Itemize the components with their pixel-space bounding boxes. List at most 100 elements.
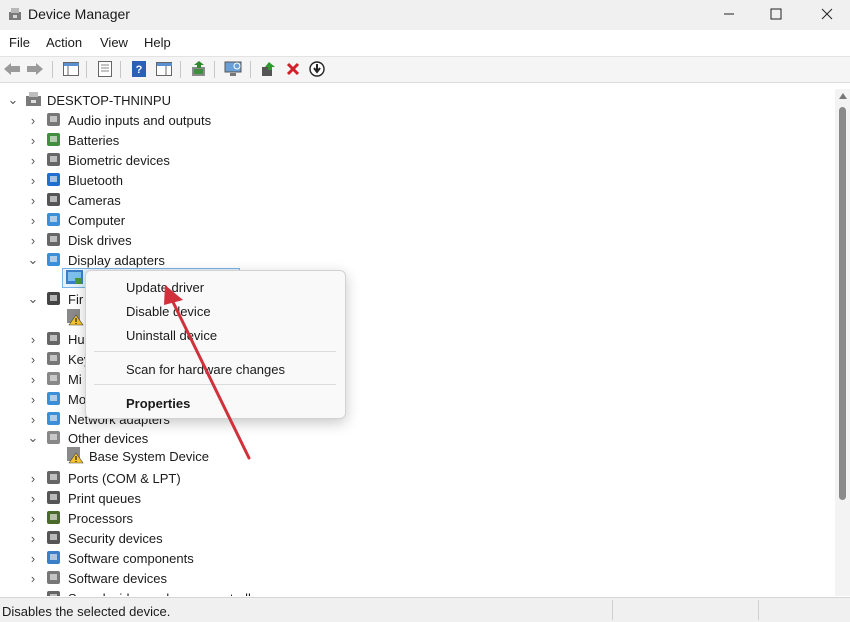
tree-category-label: Software components: [68, 551, 194, 566]
back-button[interactable]: [3, 60, 21, 78]
tree-root-label: DESKTOP-THNINPU: [47, 93, 171, 108]
tree-category-label: Hu: [68, 332, 85, 347]
tree-category-row[interactable]: › Software devices: [0, 568, 320, 588]
tree-category-label: Ports (COM & LPT): [68, 471, 181, 486]
scroll-up-icon[interactable]: [839, 93, 847, 99]
chevron-right-icon[interactable]: ›: [28, 332, 38, 347]
computer-icon: [26, 92, 41, 106]
update-driver-button[interactable]: [190, 60, 208, 78]
tree-category-row[interactable]: › Print queues: [0, 488, 320, 508]
chevron-right-icon[interactable]: ›: [28, 551, 38, 566]
help-icon: ?: [132, 61, 146, 77]
mouse-icon: [47, 372, 60, 385]
tree-category-label: Audio inputs and outputs: [68, 113, 212, 128]
chevron-right-icon[interactable]: ›: [28, 173, 38, 188]
scrollbar-thumb[interactable]: [839, 107, 846, 500]
enable-device-button[interactable]: [259, 60, 277, 78]
chevron-right-icon[interactable]: ›: [28, 392, 38, 407]
tree-category-label: Processors: [68, 511, 134, 526]
menu-disable-device[interactable]: Disable device: [126, 304, 211, 319]
close-button[interactable]: [804, 0, 850, 28]
chevron-right-icon[interactable]: ›: [28, 153, 38, 168]
toolbar-separator: [180, 61, 181, 78]
tree-root[interactable]: ⌄ DESKTOP-THNINPU: [0, 90, 300, 110]
tree-category-row[interactable]: › Software components: [0, 548, 320, 568]
chevron-right-icon[interactable]: ›: [28, 471, 38, 486]
close-icon: [821, 8, 833, 20]
chevron-right-icon[interactable]: ›: [28, 491, 38, 506]
back-icon: [4, 63, 20, 75]
menu-properties[interactable]: Properties: [126, 396, 190, 411]
chevron-right-icon[interactable]: ›: [28, 372, 38, 387]
display-adapter-icon: [47, 253, 60, 266]
svg-text:?: ?: [136, 64, 143, 76]
vertical-scrollbar[interactable]: [835, 89, 850, 596]
tree-category-label: Software devices: [68, 571, 167, 586]
chevron-right-icon[interactable]: ›: [28, 591, 38, 597]
printer-icon: [47, 491, 60, 504]
chevron-down-icon[interactable]: ⌄: [28, 291, 39, 306]
tree-category-label: Disk drives: [68, 233, 132, 248]
tree-category-row[interactable]: › Processors: [0, 508, 320, 528]
security-icon: [47, 531, 60, 544]
menu-file[interactable]: File: [9, 35, 30, 50]
tree-category-row[interactable]: › Cameras: [0, 190, 320, 210]
menu-action[interactable]: Action: [46, 35, 82, 50]
menu-bar: File Action View Help: [0, 33, 850, 55]
tree-category-row[interactable]: › Biometric devices: [0, 150, 320, 170]
chevron-right-icon[interactable]: ›: [28, 412, 38, 427]
tree-category-row[interactable]: ⌄ Other devices: [0, 428, 320, 448]
scan-hardware-icon: [224, 61, 242, 76]
tree-category-label: Batteries: [68, 133, 120, 148]
chevron-right-icon[interactable]: ›: [28, 193, 38, 208]
tree-category-row[interactable]: ⌄ Display adapters: [0, 250, 320, 270]
forward-button[interactable]: [26, 60, 44, 78]
properties-button[interactable]: [96, 60, 114, 78]
chevron-right-icon[interactable]: ›: [28, 531, 38, 546]
menu-uninstall-device[interactable]: Uninstall device: [126, 328, 217, 343]
tree-category-label: Biometric devices: [68, 153, 170, 168]
menu-update-driver[interactable]: Update driver: [126, 280, 204, 295]
chevron-right-icon[interactable]: ›: [28, 352, 38, 367]
update-driver-icon: [192, 61, 205, 76]
show-hide-console-tree-button[interactable]: [62, 60, 80, 78]
battery-icon: [47, 133, 60, 146]
menu-help[interactable]: Help: [144, 35, 171, 50]
maximize-button[interactable]: [753, 0, 799, 28]
menu-scan-hardware[interactable]: Scan for hardware changes: [126, 362, 285, 377]
camera-icon: [47, 193, 60, 206]
tree-category-row[interactable]: › Disk drives: [0, 230, 320, 250]
tree-category-row[interactable]: › Computer: [0, 210, 320, 230]
base-system-device-label[interactable]: Base System Device: [89, 449, 209, 464]
chevron-down-icon[interactable]: ⌄: [28, 252, 39, 267]
tree-category-row[interactable]: › Sound, video and game controllers: [0, 588, 320, 596]
chevron-right-icon[interactable]: ›: [28, 571, 38, 586]
scan-hardware-button[interactable]: [224, 60, 242, 78]
chevron-down-icon[interactable]: ⌄: [28, 430, 39, 445]
action-pane-button[interactable]: [155, 60, 173, 78]
tree-category-row[interactable]: › Batteries: [0, 130, 320, 150]
chevron-right-icon[interactable]: ›: [28, 233, 38, 248]
chevron-right-icon[interactable]: ›: [28, 511, 38, 526]
chevron-right-icon[interactable]: ›: [28, 213, 38, 228]
bluetooth-icon: [47, 173, 60, 186]
tree-category-row[interactable]: › Ports (COM & LPT): [0, 468, 320, 488]
disable-device-button[interactable]: [308, 60, 326, 78]
tree-category-row[interactable]: › Audio inputs and outputs: [0, 110, 320, 130]
tree-category-row[interactable]: › Bluetooth: [0, 170, 320, 190]
firmware-icon: [47, 292, 60, 305]
uninstall-device-button[interactable]: [284, 60, 302, 78]
tree-category-label: Fir: [68, 292, 84, 307]
help-button[interactable]: ?: [130, 60, 148, 78]
processor-icon: [47, 511, 60, 524]
tree-category-label: Security devices: [68, 531, 163, 546]
title-bar: Device Manager: [0, 0, 850, 30]
properties-icon: [98, 61, 112, 77]
tree-category-label: Other devices: [68, 431, 149, 446]
menu-view[interactable]: View: [100, 35, 128, 50]
minimize-button[interactable]: [706, 0, 752, 28]
chevron-down-icon[interactable]: ⌄: [8, 92, 19, 107]
chevron-right-icon[interactable]: ›: [28, 113, 38, 128]
tree-category-row[interactable]: › Security devices: [0, 528, 320, 548]
chevron-right-icon[interactable]: ›: [28, 133, 38, 148]
